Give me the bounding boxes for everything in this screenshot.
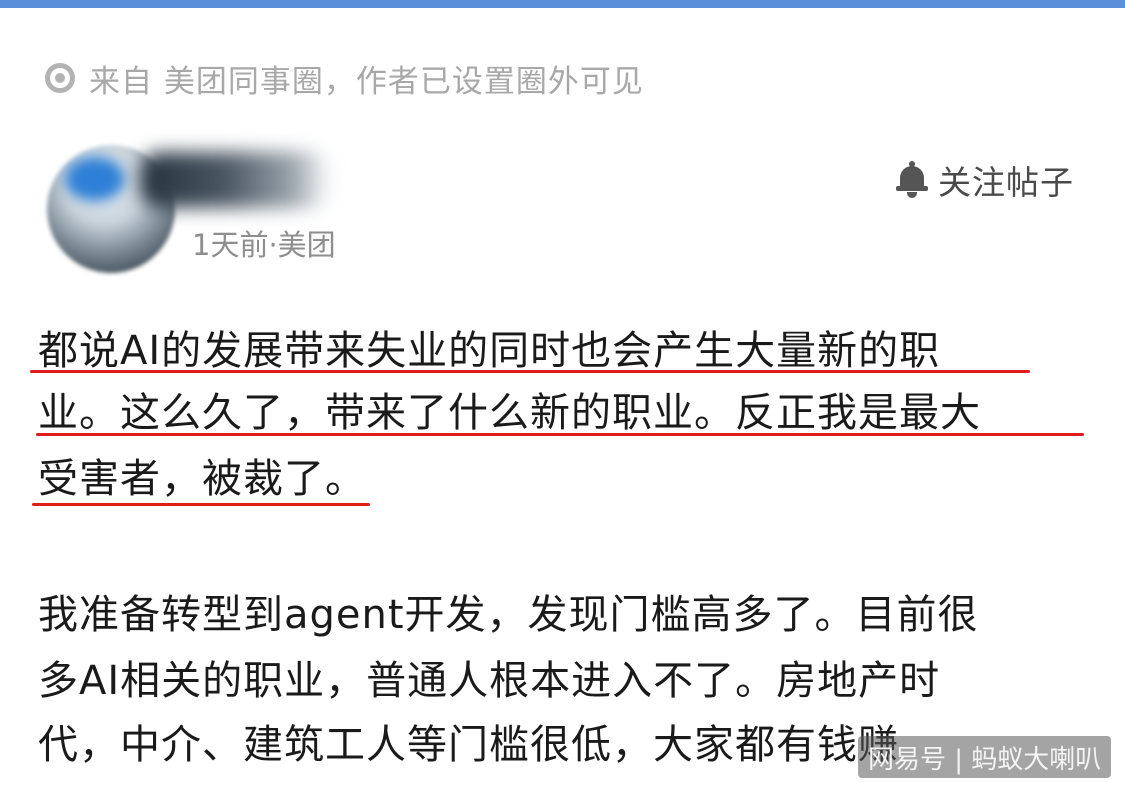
red-underline — [30, 370, 1030, 373]
post-line: 代，中介、建筑工人等门槛很低，大家都有钱赚 — [38, 722, 899, 768]
follow-label: 关注帖子 — [938, 163, 1074, 202]
post-line: 受害者，被裁了。 — [38, 456, 366, 502]
author-name-blurred — [140, 152, 330, 208]
top-accent-bar — [0, 0, 1125, 8]
circle-dot-icon — [45, 63, 75, 93]
red-underline — [36, 433, 1084, 436]
post-meta: 1天前·美团 — [192, 228, 336, 262]
watermark-text: 网易号 | 蚂蚁大喇叭 — [868, 744, 1102, 775]
post-line: 多AI相关的职业，普通人根本进入不了。房地产时 — [38, 658, 941, 704]
follow-post-button[interactable]: 关注帖子 — [896, 156, 1074, 204]
source-text: 来自 美团同事圈，作者已设置圈外可见 — [89, 63, 644, 100]
red-underline — [32, 503, 370, 506]
post-line: 都说AI的发展带来失业的同时也会产生大量新的职 — [38, 328, 941, 374]
post-line: 我准备转型到agent开发，发现门槛高多了。目前很 — [38, 592, 979, 638]
post-line: 业。这么久了，带来了什么新的职业。反正我是最大 — [38, 390, 981, 436]
source-watermark: 网易号 | 蚂蚁大喇叭 — [858, 736, 1112, 778]
bell-icon — [896, 161, 928, 199]
post-source: 来自 美团同事圈，作者已设置圈外可见 — [45, 56, 644, 100]
